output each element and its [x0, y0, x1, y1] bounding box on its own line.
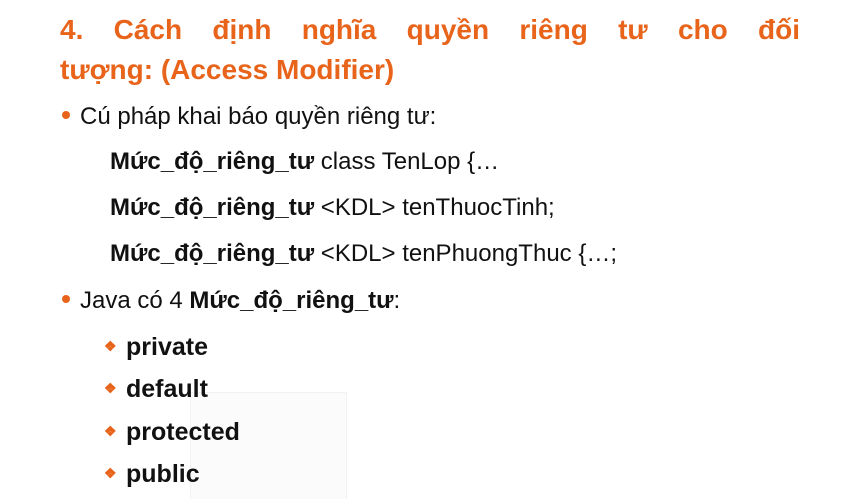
modifier-label: protected [126, 418, 240, 446]
syntax-keyword: Mức_độ_riêng_tư [110, 240, 315, 267]
syntax-keyword: Mức_độ_riêng_tư [110, 194, 315, 221]
syntax-rest: <KDL> tenThuocTinh; [314, 194, 555, 221]
bullet-syntax-text: Cú pháp khai báo quyền riêng tư: [80, 103, 437, 130]
modifier-label: default [126, 375, 208, 403]
diamond-bullet-icon: ❖ [104, 380, 117, 397]
round-bullet-icon [62, 294, 70, 303]
modifier-label: private [126, 333, 208, 361]
bullet-java-keyword: Mức_độ_riêng_tư [189, 287, 394, 314]
syntax-keyword: Mức_độ_riêng_tư [110, 148, 315, 175]
slide: 4. Cách định nghĩa quyền riêng tư cho đố… [0, 0, 863, 499]
modifier-item-public: ❖ public [104, 458, 200, 491]
bullet-java-suffix: : [393, 287, 401, 314]
bullet-java-prefix: Java có 4 [80, 287, 190, 314]
modifier-item-protected: ❖ protected [104, 416, 240, 449]
diamond-bullet-icon: ❖ [104, 338, 117, 355]
diamond-bullet-icon: ❖ [104, 465, 117, 482]
slide-title: 4. Cách định nghĩa quyền riêng tư cho đố… [60, 10, 800, 90]
bullet-syntax: Cú pháp khai báo quyền riêng tư: [62, 101, 436, 133]
syntax-line-class: Mức_độ_riêng_tư class TenLop {… [110, 146, 499, 178]
title-line-2: tượng: (Access Modifier) [60, 54, 395, 85]
round-bullet-icon [62, 110, 70, 119]
syntax-rest: <KDL> tenPhuongThuc {…; [314, 240, 618, 267]
modifier-label: public [126, 460, 200, 488]
syntax-line-attribute: Mức_độ_riêng_tư <KDL> tenThuocTinh; [110, 192, 555, 224]
modifier-item-default: ❖ default [104, 373, 208, 406]
syntax-line-method: Mức_độ_riêng_tư <KDL> tenPhuongThuc {…; [110, 238, 617, 270]
diamond-bullet-icon: ❖ [104, 423, 117, 440]
modifier-item-private: ❖ private [104, 331, 208, 364]
syntax-rest: class TenLop {… [314, 148, 500, 175]
bullet-java-levels: Java có 4 Mức_độ_riêng_tư: [62, 285, 400, 317]
title-line-1: 4. Cách định nghĩa quyền riêng tư cho đố… [60, 14, 800, 45]
